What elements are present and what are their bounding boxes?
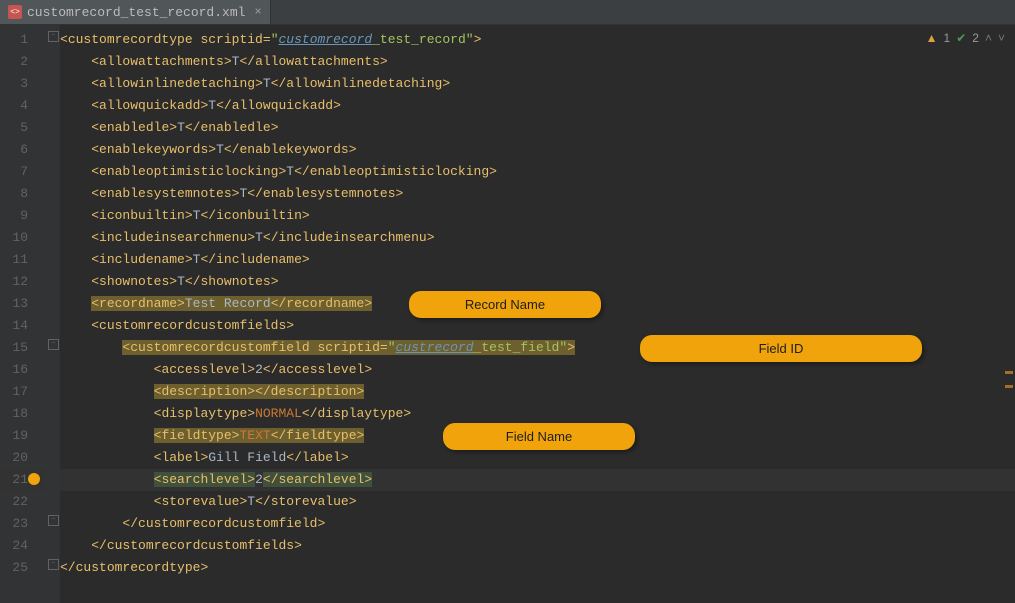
fold-toggle[interactable]: - <box>48 31 59 42</box>
line-number: 4 <box>0 95 46 117</box>
code-line[interactable]: <iconbuiltin>T</iconbuiltin> <box>60 205 1015 227</box>
tab-bar: <> customrecord_test_record.xml × <box>0 0 1015 25</box>
fold-toggle[interactable]: - <box>48 339 59 350</box>
code-line[interactable]: <customrecordtype scriptid="customrecord… <box>60 29 1015 51</box>
line-number: 9 <box>0 205 46 227</box>
line-number: 20 <box>0 447 46 469</box>
line-number: 18 <box>0 403 46 425</box>
line-number: 13 <box>0 293 46 315</box>
editor-tab[interactable]: <> customrecord_test_record.xml × <box>0 0 271 24</box>
fold-toggle[interactable]: - <box>48 559 59 570</box>
code-line[interactable]: <enablekeywords>T</enablekeywords> <box>60 139 1015 161</box>
line-number: 14 <box>0 315 46 337</box>
code-line[interactable]: <allowattachments>T</allowattachments> <box>60 51 1015 73</box>
line-number: 8 <box>0 183 46 205</box>
code-line-current[interactable]: <searchlevel>2</searchlevel> <box>60 469 1015 491</box>
line-number: 10 <box>0 227 46 249</box>
line-number: 7 <box>0 161 46 183</box>
code-line[interactable]: </customrecordcustomfield> <box>60 513 1015 535</box>
code-line[interactable]: <accesslevel>2</accesslevel> <box>60 359 1015 381</box>
code-line[interactable]: <enabledle>T</enabledle> <box>60 117 1015 139</box>
close-icon[interactable]: × <box>254 5 261 19</box>
line-number: 23 <box>0 513 46 535</box>
bulb-icon[interactable] <box>28 473 40 485</box>
line-number: 1 <box>0 29 46 51</box>
line-number: 24 <box>0 535 46 557</box>
line-number: 6 <box>0 139 46 161</box>
code-line[interactable]: <includename>T</includename> <box>60 249 1015 271</box>
callout-field-id: Field ID <box>640 335 922 362</box>
tab-filename: customrecord_test_record.xml <box>27 5 245 20</box>
code-line[interactable]: </customrecordtype> <box>60 557 1015 579</box>
line-number: 12 <box>0 271 46 293</box>
line-number: 16 <box>0 359 46 381</box>
callout-record-name: Record Name <box>409 291 601 318</box>
line-number: 5 <box>0 117 46 139</box>
code-line[interactable]: <shownotes>T</shownotes> <box>60 271 1015 293</box>
line-number: 11 <box>0 249 46 271</box>
line-number: 17 <box>0 381 46 403</box>
fold-column: - - - - <box>46 25 60 603</box>
fold-toggle[interactable]: - <box>48 515 59 526</box>
code-line[interactable]: <enablesystemnotes>T</enablesystemnotes> <box>60 183 1015 205</box>
code-line[interactable]: </customrecordcustomfields> <box>60 535 1015 557</box>
line-number: 2 <box>0 51 46 73</box>
line-number: 3 <box>0 73 46 95</box>
code-line[interactable]: <allowquickadd>T</allowquickadd> <box>60 95 1015 117</box>
line-number-gutter: 1234567891011121314151617181920212223242… <box>0 25 46 603</box>
code-line[interactable]: <includeinsearchmenu>T</includeinsearchm… <box>60 227 1015 249</box>
code-line[interactable]: <description></description> <box>60 381 1015 403</box>
xml-file-icon: <> <box>8 5 22 19</box>
code-line[interactable]: <allowinlinedetaching>T</allowinlinedeta… <box>60 73 1015 95</box>
line-number: 15 <box>0 337 46 359</box>
code-line[interactable]: <enableoptimisticlocking>T</enableoptimi… <box>60 161 1015 183</box>
code-line[interactable]: <displaytype>NORMAL</displaytype> <box>60 403 1015 425</box>
line-number: 22 <box>0 491 46 513</box>
callout-field-name: Field Name <box>443 423 635 450</box>
line-number: 25 <box>0 557 46 579</box>
line-number: 19 <box>0 425 46 447</box>
code-line[interactable]: <customrecordcustomfields> <box>60 315 1015 337</box>
code-line[interactable]: <storevalue>T</storevalue> <box>60 491 1015 513</box>
code-line[interactable]: <label>Gill Field</label> <box>60 447 1015 469</box>
